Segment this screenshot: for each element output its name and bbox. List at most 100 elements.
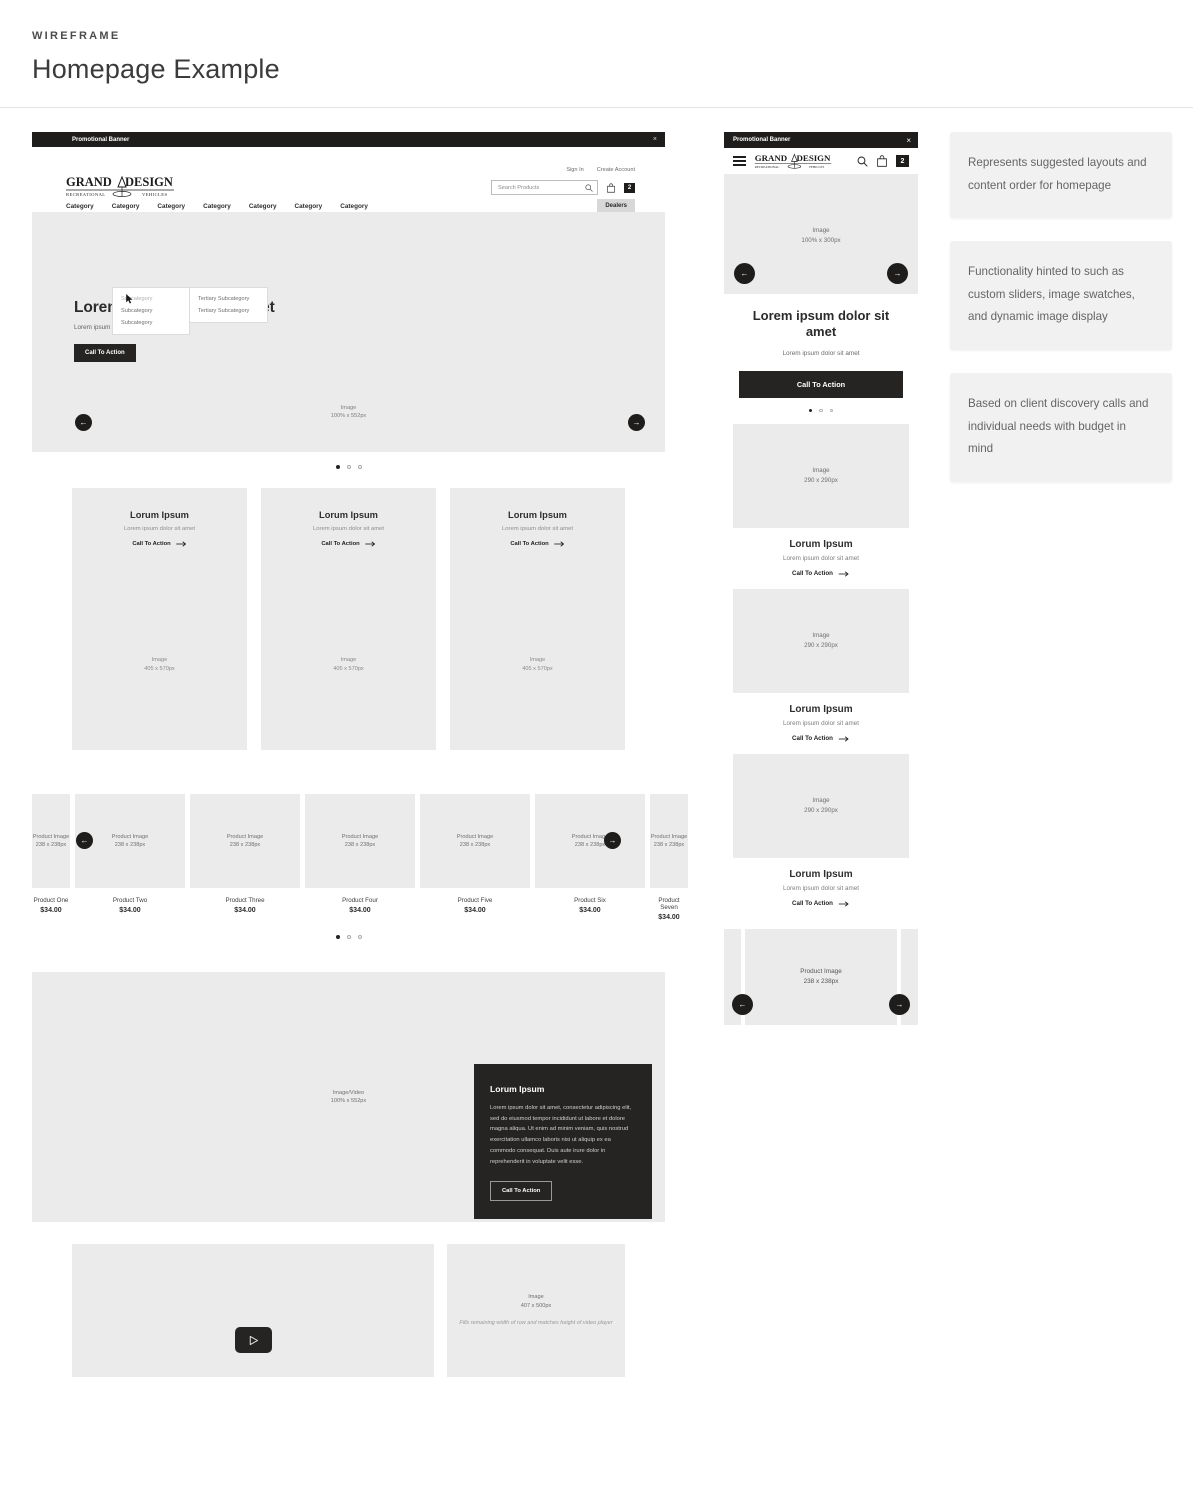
- feature-card-title: Lorum Ipsum: [130, 510, 189, 520]
- dropdown-item-subcategory-1[interactable]: Subcategory: [113, 293, 189, 305]
- dropdown-item-subcategory-2[interactable]: Subcategory: [113, 305, 189, 317]
- mobile-hero-dot-2[interactable]: [819, 408, 823, 412]
- mobile-content-card[interactable]: Image 290 x 290px Lorum Ipsum Lorem ipsu…: [724, 424, 918, 577]
- split-image-label: Image/Video: [332, 1089, 365, 1096]
- mouse-cursor-icon: [126, 294, 133, 304]
- play-button[interactable]: [234, 1327, 272, 1353]
- nav-item-category-3[interactable]: Category: [157, 203, 185, 210]
- product-name: Product Five: [457, 897, 493, 904]
- mobile-product-image-dims: 238 x 238px: [803, 978, 839, 985]
- hero-next-button[interactable]: →: [628, 414, 645, 431]
- hero-cta-button[interactable]: Call To Action: [74, 344, 136, 362]
- mobile-card-cta[interactable]: Call To Action: [724, 570, 918, 577]
- feature-card-image-dims: 405 x 570px: [333, 665, 364, 672]
- mobile-promotional-banner: Promotional Banner ×: [724, 132, 918, 148]
- product-image-label: Product Image: [341, 833, 379, 840]
- mobile-cart-count-badge[interactable]: 2: [896, 155, 909, 167]
- nav-item-category-1[interactable]: Category: [66, 203, 94, 210]
- product-meta: Product Three $34.00: [190, 888, 300, 914]
- shopping-bag-icon[interactable]: [607, 182, 615, 193]
- search-input[interactable]: Search Products: [491, 180, 598, 195]
- product-card-partial-left[interactable]: Product Image 238 x 238px Product One $3…: [32, 794, 70, 921]
- mobile-card-body: Lorum Ipsum Lorem ipsum dolor sit amet C…: [724, 858, 918, 907]
- product-image-placeholder: Product Image 238 x 238px: [190, 794, 300, 888]
- search-icon: [585, 183, 593, 192]
- nav-item-category-7[interactable]: Category: [340, 203, 368, 210]
- nav-item-category-4[interactable]: Category: [203, 203, 231, 210]
- hero-dot-3[interactable]: [357, 465, 362, 469]
- create-account-link[interactable]: Create Account: [597, 167, 635, 173]
- feature-card-image-placeholder: Image 405 x 570px: [72, 656, 247, 673]
- feature-card-cta[interactable]: Call To Action: [72, 541, 247, 547]
- mobile-product-next-button[interactable]: →: [889, 994, 910, 1015]
- dropdown-item-tertiary-1[interactable]: Tertiary Subcategory: [190, 293, 267, 305]
- shopping-bag-icon[interactable]: [877, 155, 887, 167]
- site-logo[interactable]: GRAND DESIGN RECREATIONAL VEHICLES: [66, 175, 174, 199]
- mobile-product-card[interactable]: Product Image 238 x 238px: [745, 929, 897, 1025]
- product-card[interactable]: Product Image 238 x 238px Product Four $…: [305, 794, 415, 921]
- product-card-partial-right[interactable]: Product Image 238 x 238px Product Seven …: [650, 794, 688, 921]
- split-panel-cta-button[interactable]: Call To Action: [490, 1181, 553, 1202]
- mobile-hero-subheading: Lorem ipsum dolor sit amet: [782, 349, 860, 357]
- mobile-content-card[interactable]: Image 290 x 290px Lorum Ipsum Lorem ipsu…: [724, 754, 918, 907]
- grand-design-logo-icon: GRAND DESIGN RECREATIONAL VEHICLES: [66, 175, 174, 197]
- video-player[interactable]: [72, 1244, 434, 1377]
- product-meta: Product Six $34.00: [535, 888, 645, 914]
- product-carousel-prev-button[interactable]: ←: [76, 832, 93, 849]
- feature-card-cta-label: Call To Action: [321, 541, 360, 547]
- feature-card-image-dims: 405 x 570px: [522, 665, 553, 672]
- mobile-product-prev-button[interactable]: ←: [732, 994, 753, 1015]
- close-icon[interactable]: ×: [906, 136, 911, 145]
- product-dot-active[interactable]: [335, 935, 340, 939]
- mobile-content-card[interactable]: Image 290 x 290px Lorum Ipsum Lorem ipsu…: [724, 589, 918, 742]
- feature-card[interactable]: Lorum Ipsum Lorem ipsum dolor sit amet C…: [261, 488, 436, 750]
- mobile-hero-prev-button[interactable]: ←: [734, 263, 755, 284]
- product-dot-2[interactable]: [346, 935, 351, 939]
- search-icon[interactable]: [857, 156, 868, 167]
- nav-item-category-2[interactable]: Category: [112, 203, 140, 210]
- mobile-hero-dot-active[interactable]: [808, 408, 813, 412]
- grand-design-logo-icon[interactable]: GRAND DESIGN RECREATIONAL VEHICLES: [753, 153, 833, 170]
- product-dot-3[interactable]: [357, 935, 362, 939]
- product-card[interactable]: Product Image 238 x 238px Product Three …: [190, 794, 300, 921]
- mobile-hero-next-button[interactable]: →: [887, 263, 908, 284]
- product-name: Product Four: [342, 897, 378, 904]
- arrow-right-icon: [838, 900, 849, 907]
- image-video-section: Image/Video 100% x 552px Lorum Ipsum Lor…: [32, 972, 665, 1222]
- mobile-card-cta[interactable]: Call To Action: [724, 900, 918, 907]
- product-carousel-next-button[interactable]: →: [604, 832, 621, 849]
- feature-card[interactable]: Lorum Ipsum Lorem ipsum dolor sit amet C…: [72, 488, 247, 750]
- dropdown-item-subcategory-3[interactable]: Subcategory: [113, 317, 189, 329]
- product-image-label: Product Image: [650, 833, 688, 840]
- dropdown-item-tertiary-2[interactable]: Tertiary Subcategory: [190, 305, 267, 317]
- nav-item-category-6[interactable]: Category: [295, 203, 323, 210]
- mobile-hero-cta-button[interactable]: Call To Action: [739, 370, 903, 398]
- mobile-card-image-label: Image: [812, 467, 830, 475]
- feature-card[interactable]: Lorum Ipsum Lorem ipsum dolor sit amet C…: [450, 488, 625, 750]
- nav-item-category-5[interactable]: Category: [249, 203, 277, 210]
- play-icon: [249, 1335, 258, 1345]
- mobile-card-sub: Lorem ipsum dolor sit amet: [783, 555, 859, 562]
- feature-card-cta[interactable]: Call To Action: [450, 541, 625, 547]
- mobile-hero-dot-3[interactable]: [829, 408, 834, 412]
- product-card[interactable]: Product Image 238 x 238px Product Six $3…: [535, 794, 645, 921]
- product-card[interactable]: Product Image 238 x 238px Product Two $3…: [75, 794, 185, 921]
- sign-in-link[interactable]: Sign In: [566, 167, 583, 173]
- mobile-hero-heading: Lorem ipsum dolor sit amet: [752, 308, 890, 340]
- feature-card-cta[interactable]: Call To Action: [261, 541, 436, 547]
- mobile-card-cta[interactable]: Call To Action: [724, 735, 918, 742]
- hamburger-menu-icon[interactable]: [733, 155, 746, 167]
- cart-count-badge[interactable]: 2: [624, 182, 635, 193]
- header-utilities: Search Products 2: [491, 180, 635, 195]
- dealers-button[interactable]: Dealers: [597, 199, 635, 213]
- mobile-card-image-dims: 290 x 290px: [804, 807, 838, 814]
- product-card[interactable]: Product Image 238 x 238px Product Five $…: [420, 794, 530, 921]
- svg-text:VEHICLES: VEHICLES: [142, 192, 167, 197]
- subcategory-dropdown: Subcategory Subcategory Subcategory: [112, 287, 190, 335]
- hero-dot-2[interactable]: [346, 465, 351, 469]
- video-side-image-label: Image: [528, 1294, 544, 1301]
- close-icon[interactable]: ×: [653, 136, 657, 143]
- hero-dot-active[interactable]: [335, 465, 340, 469]
- product-image-label: Product Image: [32, 833, 70, 840]
- hero-prev-button[interactable]: ←: [75, 414, 92, 431]
